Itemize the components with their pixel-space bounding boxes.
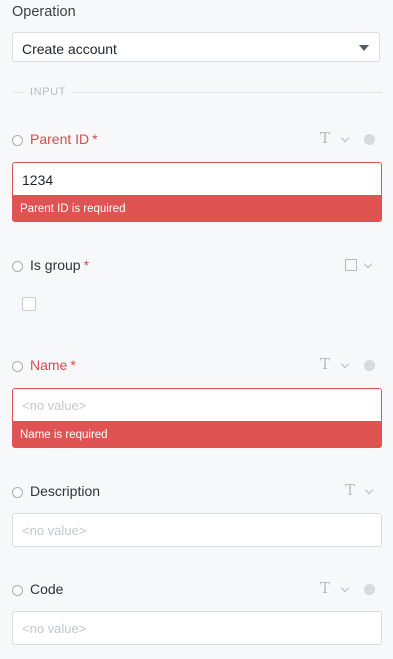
text-type-icon[interactable]: T [320,129,330,147]
is-group-radio[interactable] [12,261,23,272]
name-label: Name * [30,357,76,373]
code-label: Code [30,581,64,597]
text-type-icon[interactable]: T [320,355,330,373]
chevron-down-icon[interactable] [340,583,350,593]
code-input[interactable]: <no value> [12,611,382,645]
is-group-checkbox[interactable] [22,297,36,311]
text-type-icon[interactable]: T [320,579,330,597]
code-radio[interactable] [12,585,23,596]
chevron-down-icon[interactable] [364,485,374,495]
field-status-dot-icon[interactable] [364,134,375,145]
operation-label: Operation [12,4,76,20]
checkbox-type-icon[interactable] [345,259,357,271]
description-label: Description [30,483,101,499]
description-radio[interactable] [12,487,23,498]
field-status-dot-icon[interactable] [364,584,375,595]
name-placeholder: <no value> [22,398,87,413]
dropdown-caret-icon [359,45,369,51]
chevron-down-icon[interactable] [340,359,350,369]
name-radio[interactable] [12,361,23,372]
name-label-text: Name [30,357,68,373]
chevron-down-icon[interactable] [363,259,373,269]
is-group-label: Is group * [30,257,89,273]
parent-id-label: Parent ID * [30,131,98,147]
operation-selected-value: Create account [22,41,117,57]
parent-id-error-text: Parent ID is required [20,203,126,215]
name-input[interactable]: <no value> [12,388,382,422]
parent-id-error-bar: Parent ID is required [12,196,382,222]
operation-select[interactable]: Create account [12,32,380,62]
text-type-icon[interactable]: T [345,481,355,499]
parent-id-value: 1234 [22,172,54,188]
parent-id-label-text: Parent ID [30,131,90,147]
required-marker: * [92,131,98,147]
field-status-dot-icon[interactable] [364,360,375,371]
description-input[interactable]: <no value> [12,513,382,547]
parent-id-radio[interactable] [12,135,23,146]
name-error-bar: Name is required [12,422,382,448]
required-marker: * [70,357,76,373]
chevron-down-icon[interactable] [340,133,350,143]
code-placeholder: <no value> [22,621,87,636]
description-placeholder: <no value> [22,523,87,538]
required-marker: * [83,257,90,273]
is-group-label-text: Is group [30,257,81,273]
section-label-input: INPUT [24,86,72,98]
name-error-text: Name is required [20,429,108,441]
parent-id-input[interactable]: 1234 [12,162,382,196]
